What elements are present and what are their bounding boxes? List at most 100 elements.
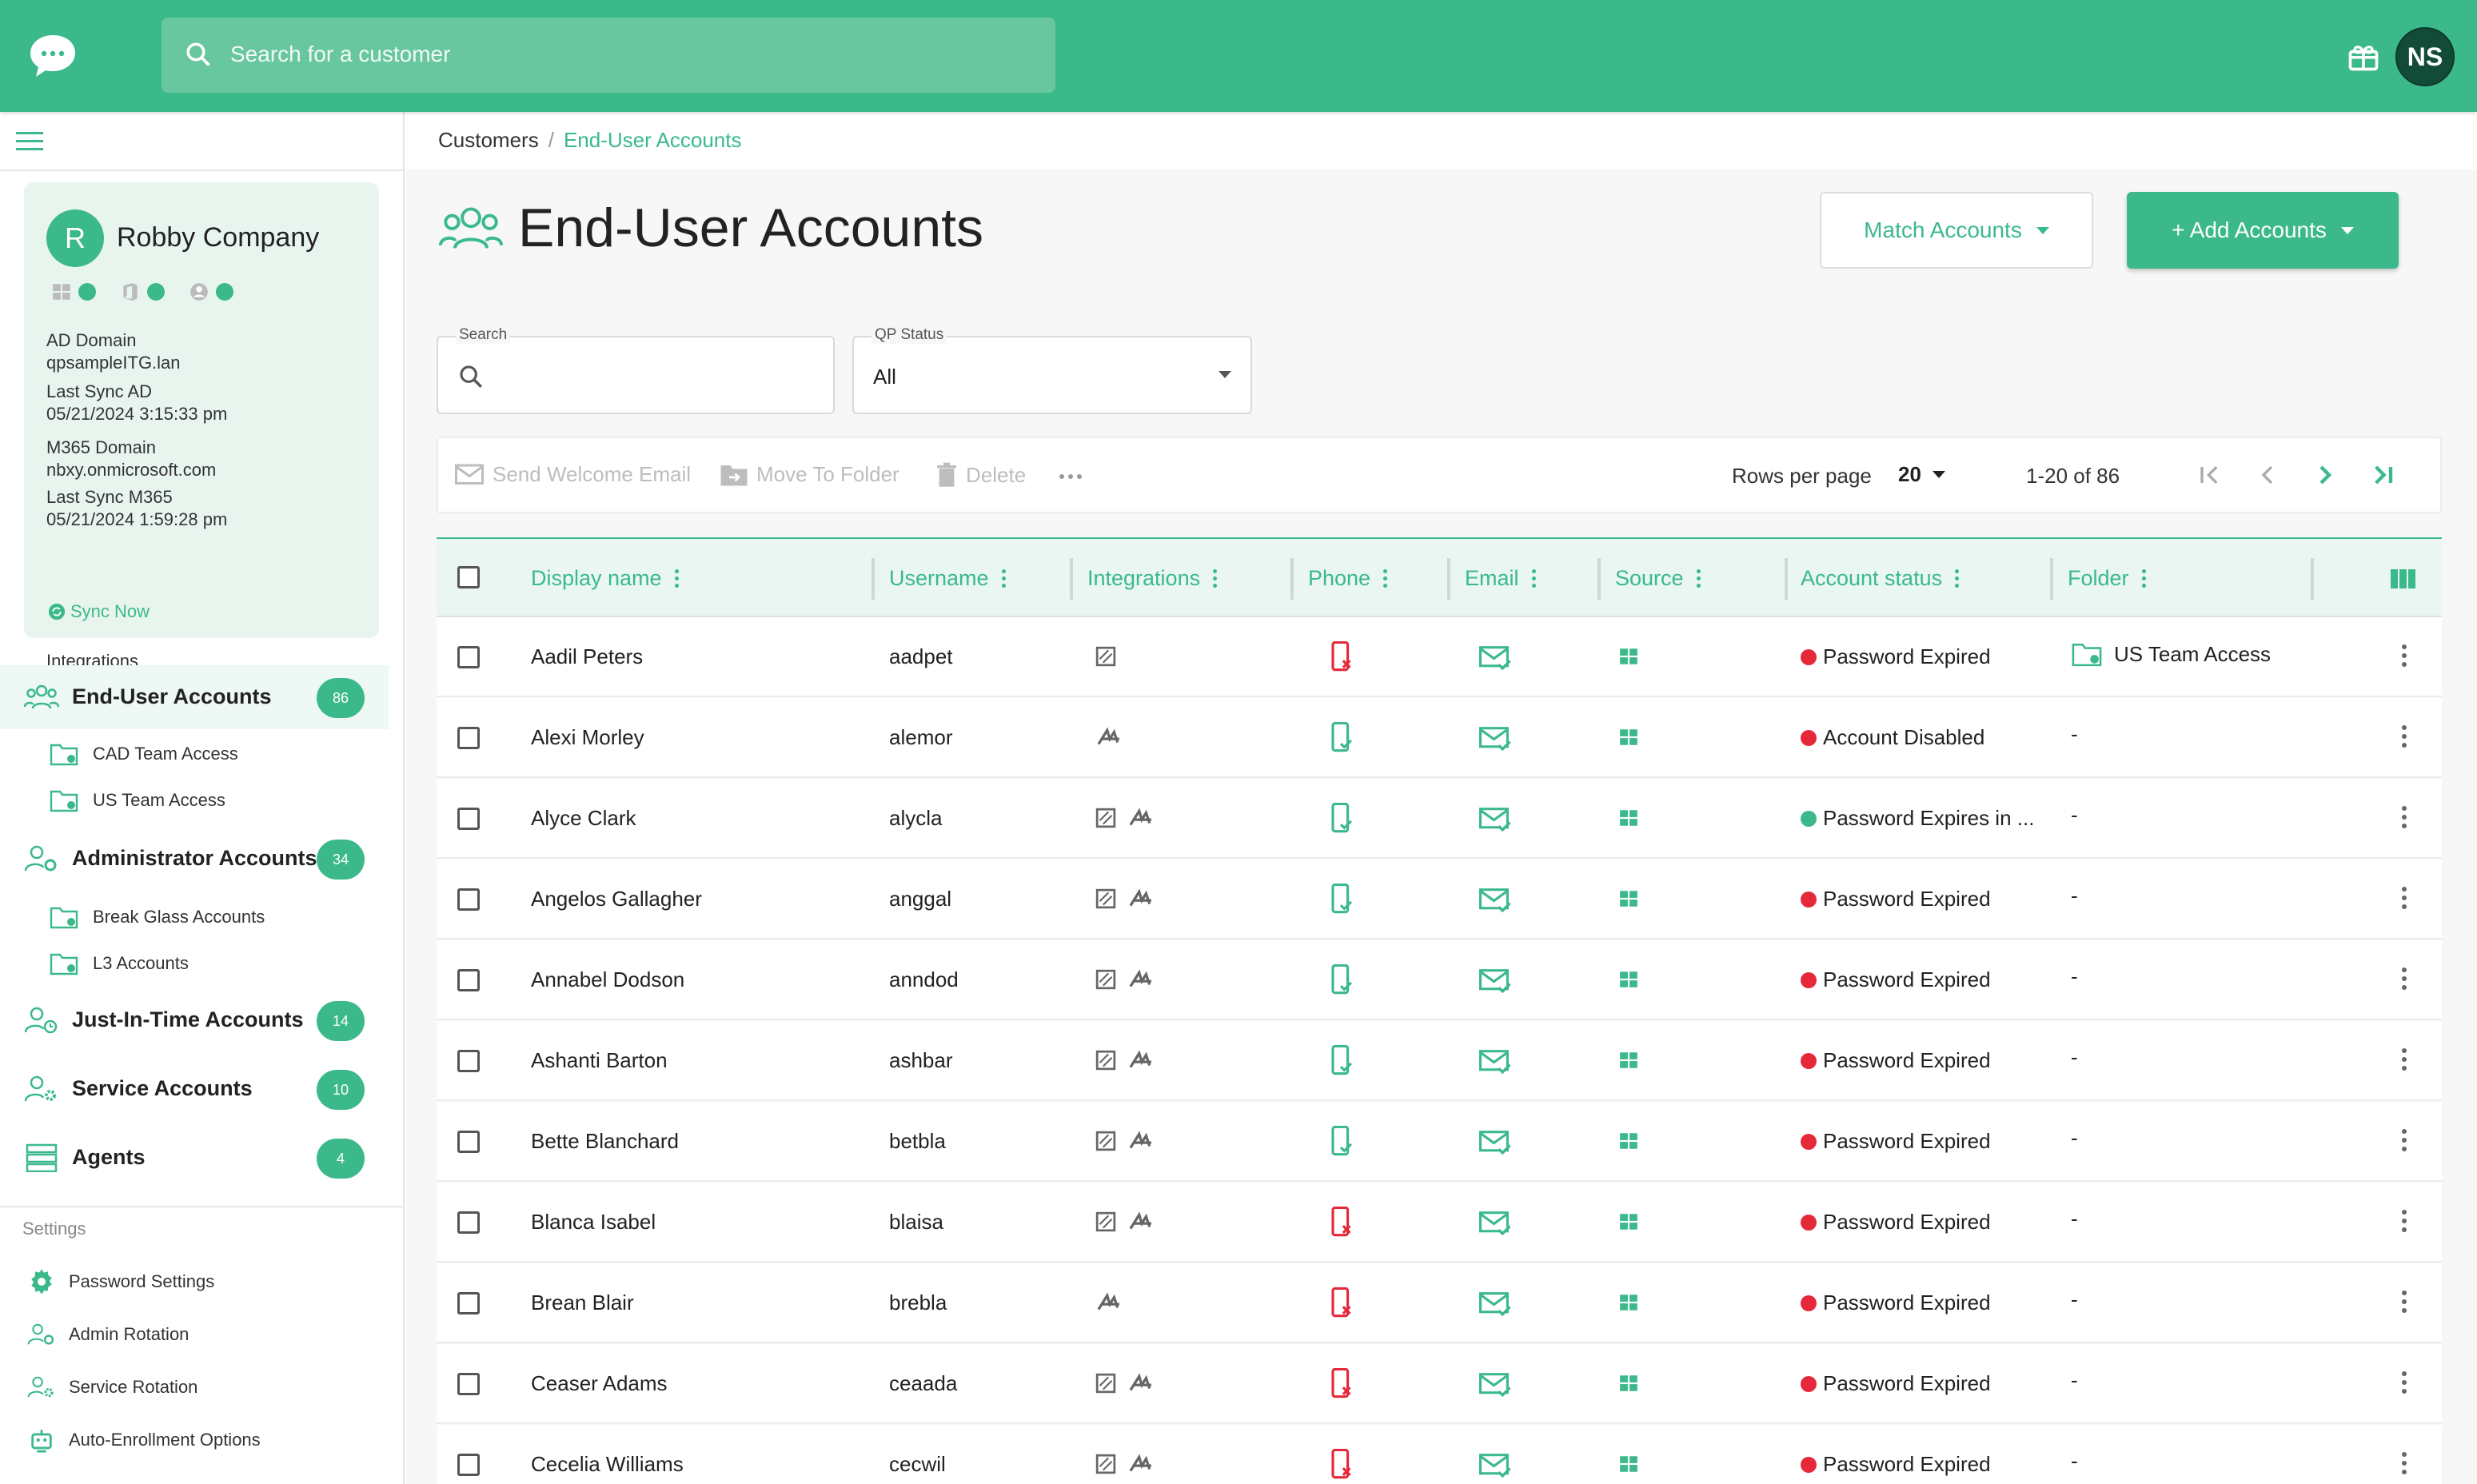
nav-sub-us-team-access[interactable]: US Team Access: [0, 777, 389, 822]
previous-page-icon[interactable]: [2252, 459, 2284, 491]
row-actions-icon[interactable]: [2402, 1371, 2407, 1394]
main-content: Customers / End-User Accounts End-User Acc…: [406, 112, 2477, 1484]
column-header-source[interactable]: Source: [1615, 566, 1701, 591]
row-checkbox[interactable]: [457, 1211, 480, 1234]
server-icon: [24, 1143, 59, 1172]
row-checkbox[interactable]: [457, 1050, 480, 1072]
column-resize-handle[interactable]: [1290, 558, 1294, 600]
user-avatar[interactable]: NS: [2395, 27, 2455, 86]
table-row[interactable]: Bette Blanchard betbla Password Expired -: [437, 1102, 2442, 1182]
settings-password-settings[interactable]: Password Settings: [0, 1255, 389, 1303]
display-name-cell: Ceaser Adams: [531, 1371, 668, 1395]
integrations-cell: [1095, 888, 1156, 909]
column-resize-handle[interactable]: [1070, 558, 1073, 600]
row-checkbox[interactable]: [457, 1373, 480, 1395]
settings-auto-enrollment[interactable]: Auto-Enrollment Options: [0, 1414, 389, 1462]
hamburger-menu-icon[interactable]: [16, 131, 43, 152]
table-row[interactable]: Brean Blair brebla Password Expired -: [437, 1263, 2442, 1343]
column-resize-handle[interactable]: [1785, 558, 1788, 600]
nav-sub-l3-accounts[interactable]: L3 Accounts: [0, 940, 389, 985]
row-actions-icon[interactable]: [2402, 887, 2407, 909]
column-header-folder[interactable]: Folder: [2068, 566, 2146, 591]
nav-sub-cad-team-access[interactable]: CAD Team Access: [0, 731, 389, 776]
rows-per-page-select[interactable]: 20: [1898, 462, 1945, 487]
row-actions-icon[interactable]: [2402, 1210, 2407, 1232]
table-row[interactable]: Cecelia Williams cecwil Password Expired -: [437, 1425, 2442, 1484]
column-menu-icon[interactable]: [674, 569, 679, 588]
row-actions-icon[interactable]: [2402, 644, 2407, 667]
select-all-checkbox[interactable]: [457, 566, 480, 588]
row-actions-icon[interactable]: [2402, 967, 2407, 990]
table-row[interactable]: Alyce Clark alycla Password Expires in ...…: [437, 779, 2442, 859]
row-actions-icon[interactable]: [2402, 725, 2407, 748]
row-checkbox[interactable]: [457, 969, 480, 991]
row-checkbox[interactable]: [457, 646, 480, 668]
last-page-icon[interactable]: [2367, 459, 2399, 491]
nav-agents[interactable]: Agents 4: [0, 1126, 389, 1190]
table-row[interactable]: Blanca Isabel blaisa Password Expired -: [437, 1183, 2442, 1263]
column-menu-icon[interactable]: [1001, 569, 1006, 588]
qp-status-select[interactable]: QP Status All: [852, 326, 1252, 414]
column-menu-icon[interactable]: [1955, 569, 1960, 588]
column-resize-handle[interactable]: [1597, 558, 1601, 600]
match-accounts-button[interactable]: Match Accounts: [1820, 192, 2093, 269]
row-checkbox[interactable]: [457, 1454, 480, 1476]
row-actions-icon[interactable]: [2402, 1452, 2407, 1474]
column-header-username[interactable]: Username: [889, 566, 1006, 591]
first-page-icon[interactable]: [2194, 459, 2226, 491]
move-to-folder-button[interactable]: Move To Folder: [720, 462, 899, 487]
column-menu-icon[interactable]: [2141, 569, 2146, 588]
add-accounts-button[interactable]: + Add Accounts: [2127, 192, 2399, 269]
column-header-integrations[interactable]: Integrations: [1087, 566, 1218, 591]
search-input[interactable]: Search: [437, 326, 835, 414]
column-header-phone[interactable]: Phone: [1308, 566, 1388, 591]
table-row[interactable]: Ashanti Barton ashbar Password Expired -: [437, 1021, 2442, 1101]
send-welcome-email-button[interactable]: Send Welcome Email: [454, 462, 691, 487]
column-label: Integrations: [1087, 566, 1201, 590]
windows-icon: [1618, 1050, 1639, 1071]
row-checkbox[interactable]: [457, 727, 480, 749]
row-actions-icon[interactable]: [2402, 1048, 2407, 1071]
column-header-display-name[interactable]: Display name: [531, 566, 679, 591]
delete-button[interactable]: Delete: [935, 462, 1026, 488]
column-resize-handle[interactable]: [2311, 558, 2314, 600]
table-row[interactable]: Alexi Morley alemor Account Disabled -: [437, 698, 2442, 778]
chat-logo-icon[interactable]: [27, 30, 78, 82]
column-resize-handle[interactable]: [872, 558, 875, 600]
sync-now-link[interactable]: Sync Now: [48, 601, 150, 622]
folder-text: -: [2071, 1045, 2078, 1069]
row-checkbox[interactable]: [457, 1292, 480, 1314]
nav-sub-break-glass-accounts[interactable]: Break Glass Accounts: [0, 894, 389, 939]
table-row[interactable]: Ceaser Adams ceaada Password Expired -: [437, 1344, 2442, 1424]
row-checkbox[interactable]: [457, 1131, 480, 1153]
table-row[interactable]: Aadil Peters aadpet Password Expired US Tea…: [437, 617, 2442, 697]
settings-admin-rotation[interactable]: Admin Rotation: [0, 1308, 389, 1356]
column-menu-icon[interactable]: [1213, 569, 1218, 588]
row-checkbox[interactable]: [457, 808, 480, 830]
column-menu-icon[interactable]: [1696, 569, 1701, 588]
column-resize-handle[interactable]: [2050, 558, 2053, 600]
nav-just-in-time-accounts[interactable]: Just-In-Time Accounts 14: [0, 988, 389, 1052]
column-menu-icon[interactable]: [1531, 569, 1536, 588]
nav-end-user-accounts[interactable]: End-User Accounts 86: [0, 665, 389, 729]
folder-text: -: [2071, 884, 2078, 908]
settings-service-rotation[interactable]: Service Rotation: [0, 1361, 389, 1409]
column-resize-handle[interactable]: [1447, 558, 1450, 600]
gift-icon[interactable]: [2346, 38, 2381, 74]
row-actions-icon[interactable]: [2402, 1129, 2407, 1151]
breadcrumb-root[interactable]: Customers: [438, 128, 539, 152]
nav-administrator-accounts[interactable]: Administrator Accounts 34: [0, 827, 389, 891]
column-header-account-status[interactable]: Account status: [1801, 566, 1960, 591]
table-row[interactable]: Angelos Gallagher anggal Password Expired -: [437, 860, 2442, 939]
columns-view-icon[interactable]: [2391, 568, 2416, 590]
row-actions-icon[interactable]: [2402, 806, 2407, 828]
row-actions-icon[interactable]: [2402, 1291, 2407, 1313]
table-row[interactable]: Annabel Dodson anndod Password Expired -: [437, 940, 2442, 1020]
next-page-icon[interactable]: [2309, 459, 2341, 491]
column-menu-icon[interactable]: [1383, 569, 1388, 588]
more-actions-icon[interactable]: [1059, 473, 1083, 480]
nav-service-accounts[interactable]: Service Accounts 10: [0, 1057, 389, 1121]
column-header-email[interactable]: Email: [1465, 566, 1536, 591]
row-checkbox[interactable]: [457, 888, 480, 911]
customer-search[interactable]: Search for a customer: [162, 18, 1055, 93]
